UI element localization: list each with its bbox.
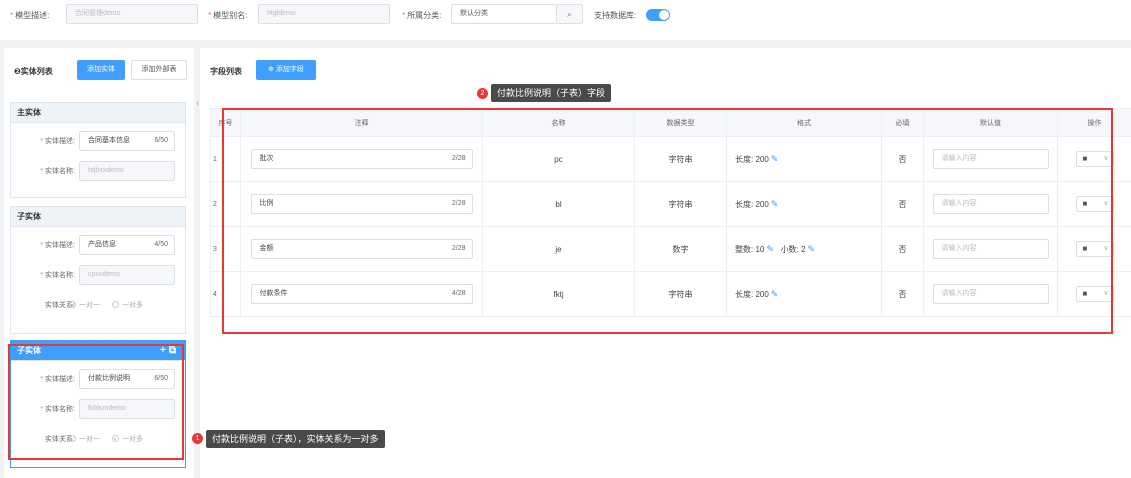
annotation-callout-1: 付款比例说明（子表），实体关系为一对多 bbox=[206, 430, 385, 448]
category-input[interactable]: 默认分类 bbox=[451, 4, 557, 24]
db-support-label: 支持数据库: bbox=[594, 11, 637, 20]
category-search-button[interactable]: ⌕ bbox=[557, 4, 583, 24]
collapse-arrow-icon[interactable]: ‹ bbox=[196, 98, 199, 109]
relation-one-to-one-radio[interactable]: 一对一 bbox=[69, 301, 100, 309]
field-list-title: 字段列表 bbox=[210, 67, 242, 76]
sub-entity-card-1[interactable]: 子实体 * 实体描述: 产品信息 4/50 * 实体名称: cpxxdemo 实体关系… bbox=[10, 206, 186, 334]
plus-circle-icon: ⊕ bbox=[268, 66, 276, 73]
model-alias-label: * 模型别名: bbox=[208, 11, 248, 20]
main-entity-header: 主实体 bbox=[11, 103, 185, 123]
entity-name-input[interactable]: htjbxxdemo bbox=[79, 161, 175, 181]
add-external-table-button[interactable]: 添加外部表 bbox=[131, 60, 187, 80]
model-alias-input[interactable]: htgldemo bbox=[258, 4, 390, 24]
entity-desc-label: * 实体描述: bbox=[40, 138, 75, 145]
search-icon: ⌕ bbox=[566, 9, 573, 19]
entity-name-label: * 实体名称: bbox=[40, 272, 75, 279]
model-form-bar: * 模型描述: 合同管理demo * 模型别名: htgldemo * 所属分类: 默… bbox=[0, 0, 1131, 40]
add-field-button[interactable]: ⊕ 添加字段 bbox=[256, 60, 316, 80]
main-entity-card[interactable]: 主实体 * 实体描述: 合同基本信息 6/50 * 实体名称: htjbxxdemo bbox=[10, 102, 186, 198]
entity-desc-input[interactable]: 产品信息 4/50 bbox=[79, 235, 175, 255]
entity-desc-label: * 实体描述: bbox=[40, 242, 75, 249]
model-desc-input[interactable]: 合同管理demo bbox=[66, 4, 198, 24]
db-support-toggle[interactable] bbox=[646, 9, 670, 21]
annotation-callout-2: 付款比例说明（子表）字段 bbox=[491, 84, 612, 102]
annotation-box-entity bbox=[8, 344, 184, 460]
model-desc-label: * 模型描述: bbox=[10, 11, 50, 20]
annotation-badge-2: 2 bbox=[477, 88, 488, 99]
add-entity-button[interactable]: 添加实体 bbox=[77, 60, 125, 80]
annotation-box-fields bbox=[222, 108, 1113, 334]
entity-name-input[interactable]: cpxxdemo bbox=[79, 265, 175, 285]
sub-entity-header: 子实体 bbox=[11, 207, 185, 227]
entity-desc-input[interactable]: 合同基本信息 6/50 bbox=[79, 131, 175, 151]
entity-relation-radios: 一对一 一对多 bbox=[69, 300, 153, 310]
annotation-badge-1: 1 bbox=[192, 433, 203, 444]
relation-one-to-many-radio[interactable]: 一对多 bbox=[111, 301, 143, 309]
category-label: * 所属分类: bbox=[402, 11, 442, 20]
entity-name-label: * 实体名称: bbox=[40, 168, 75, 175]
entity-list-title: ❷实体列表 bbox=[14, 67, 53, 76]
